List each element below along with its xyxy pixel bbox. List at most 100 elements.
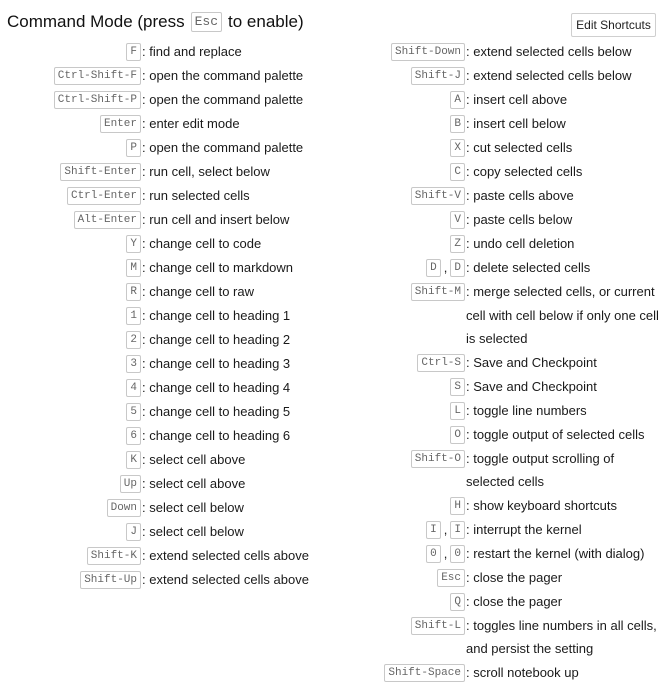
shortcut-description: : change cell to raw <box>142 284 255 299</box>
shortcut-key: I <box>426 520 441 539</box>
shortcut-description: : merge selected cells, or current cell … <box>466 284 659 346</box>
shortcut-key: 2 <box>126 331 141 349</box>
shortcut-keys: Ctrl-Shift-P <box>0 88 141 112</box>
shortcut-description: : change cell to heading 1 <box>142 308 291 323</box>
shortcut-key: I <box>450 520 465 539</box>
shortcut-row: O: toggle output of selected cells <box>320 423 670 447</box>
shortcut-description: : insert cell above <box>466 92 568 107</box>
title-esc-key: Esc <box>190 12 223 32</box>
shortcut-row: R: change cell to raw <box>0 280 320 304</box>
shortcut-key: 4 <box>126 379 141 397</box>
shortcut-row: 6: change cell to heading 6 <box>0 424 320 448</box>
shortcut-row: Ctrl-Enter: run selected cells <box>0 184 320 208</box>
shortcut-description: : restart the kernel (with dialog) <box>466 545 645 561</box>
shortcut-keys: Up <box>0 472 141 496</box>
shortcut-row: 3: change cell to heading 3 <box>0 352 320 376</box>
shortcut-keys: Shift-M <box>320 280 465 304</box>
shortcut-keys: Shift-K <box>0 544 141 568</box>
shortcut-description: : open the command palette <box>142 68 304 83</box>
shortcut-row: Shift-Enter: run cell, select below <box>0 160 320 184</box>
shortcut-keys: A <box>320 88 465 112</box>
shortcut-row: Enter: enter edit mode <box>0 112 320 136</box>
shortcut-keys: Z <box>320 232 465 256</box>
shortcut-key: Up <box>119 475 141 493</box>
shortcut-keys: Y <box>0 232 141 256</box>
shortcut-row: P: open the command palette <box>0 136 320 160</box>
shortcut-keys: Shift-Down <box>320 40 465 64</box>
shortcut-row: X: cut selected cells <box>320 136 670 160</box>
shortcut-description: : cut selected cells <box>466 140 573 155</box>
shortcut-row: Ctrl-Shift-P: open the command palette <box>0 88 320 112</box>
shortcut-keys: Shift-L <box>320 614 465 638</box>
shortcut-description: : scroll notebook up <box>466 664 579 680</box>
shortcut-row: S: Save and Checkpoint <box>320 375 670 399</box>
shortcut-key: B <box>450 115 465 133</box>
shortcut-row: L: toggle line numbers <box>320 399 670 423</box>
shortcut-key: 6 <box>126 427 141 445</box>
shortcut-key: Shift-J <box>410 67 465 85</box>
shortcut-row: V: paste cells below <box>320 208 670 232</box>
shortcut-keys: P <box>0 136 141 160</box>
shortcut-key: M <box>126 259 141 277</box>
shortcut-description: : undo cell deletion <box>466 236 575 251</box>
shortcut-key: R <box>126 283 141 301</box>
shortcut-keys: Shift-V <box>320 184 465 208</box>
shortcut-row: Up: select cell above <box>0 472 320 496</box>
shortcut-keys: Down <box>0 496 141 520</box>
shortcut-description: : run cell, select below <box>142 164 270 179</box>
shortcut-row: Shift-Up: extend selected cells above <box>0 568 320 592</box>
edit-shortcuts-button[interactable]: Edit Shortcuts <box>571 13 656 37</box>
shortcut-description: : select cell below <box>142 500 244 515</box>
shortcut-row: Shift-Down: extend selected cells below <box>320 40 670 64</box>
shortcut-keys: C <box>320 160 465 184</box>
shortcut-key: Shift-O <box>410 449 465 468</box>
shortcut-key: C <box>450 163 465 181</box>
shortcut-key: Y <box>126 235 141 253</box>
shortcut-row: J: select cell below <box>0 520 320 544</box>
shortcut-description: : close the pager <box>466 593 563 609</box>
key-separator: , <box>443 260 448 275</box>
shortcut-key: Ctrl-S <box>417 353 465 372</box>
shortcut-key: Ctrl-Shift-P <box>53 91 141 109</box>
shortcut-key: Esc <box>437 568 465 587</box>
shortcut-keys: 4 <box>0 376 141 400</box>
shortcut-description: : extend selected cells below <box>466 68 632 83</box>
shortcut-key: D <box>426 259 441 277</box>
shortcut-row: 1: change cell to heading 1 <box>0 304 320 328</box>
shortcut-description: : change cell to heading 5 <box>142 404 291 419</box>
shortcut-keys: 5 <box>0 400 141 424</box>
shortcut-row: I,I: interrupt the kernel <box>320 518 670 542</box>
shortcut-key: Shift-M <box>410 283 465 301</box>
shortcut-keys: Shift-J <box>320 64 465 88</box>
shortcut-row: F: find and replace <box>0 40 320 64</box>
shortcut-keys: F <box>0 40 141 64</box>
shortcut-keys: Ctrl-Enter <box>0 184 141 208</box>
dialog-title: Command Mode (press Esc to enable) <box>7 12 304 32</box>
shortcut-keys: 0,0 <box>320 542 465 566</box>
shortcut-key: Down <box>106 499 141 517</box>
shortcut-row: Alt-Enter: run cell and insert below <box>0 208 320 232</box>
shortcut-key: 5 <box>126 403 141 421</box>
shortcut-description: : toggle output scrolling of selected ce… <box>466 450 615 490</box>
shortcut-key: P <box>126 139 141 157</box>
shortcut-key: Alt-Enter <box>73 211 141 229</box>
shortcut-keys: R <box>0 280 141 304</box>
shortcut-keys: Ctrl-Shift-F <box>0 64 141 88</box>
shortcut-row: A: insert cell above <box>320 88 670 112</box>
shortcut-keys: Enter <box>0 112 141 136</box>
shortcut-keys: K <box>0 448 141 472</box>
shortcut-key: 0 <box>450 544 465 563</box>
shortcut-key: 3 <box>126 355 141 373</box>
shortcut-description: : delete selected cells <box>466 260 591 275</box>
shortcut-row: 5: change cell to heading 5 <box>0 400 320 424</box>
shortcut-keys: O <box>320 423 465 447</box>
shortcut-key: F <box>126 43 141 61</box>
shortcut-row: H: show keyboard shortcuts <box>320 494 670 518</box>
shortcut-row: 0,0: restart the kernel (with dialog) <box>320 542 670 566</box>
shortcut-description: : extend selected cells above <box>142 572 309 587</box>
shortcut-row: Shift-O: toggle output scrolling of sele… <box>320 447 670 494</box>
shortcut-description: : toggle output of selected cells <box>466 426 645 442</box>
shortcut-description: : run selected cells <box>142 188 250 203</box>
shortcut-description: : copy selected cells <box>466 164 583 179</box>
shortcut-list-left: F: find and replace Ctrl-Shift-F: open th… <box>0 40 320 592</box>
